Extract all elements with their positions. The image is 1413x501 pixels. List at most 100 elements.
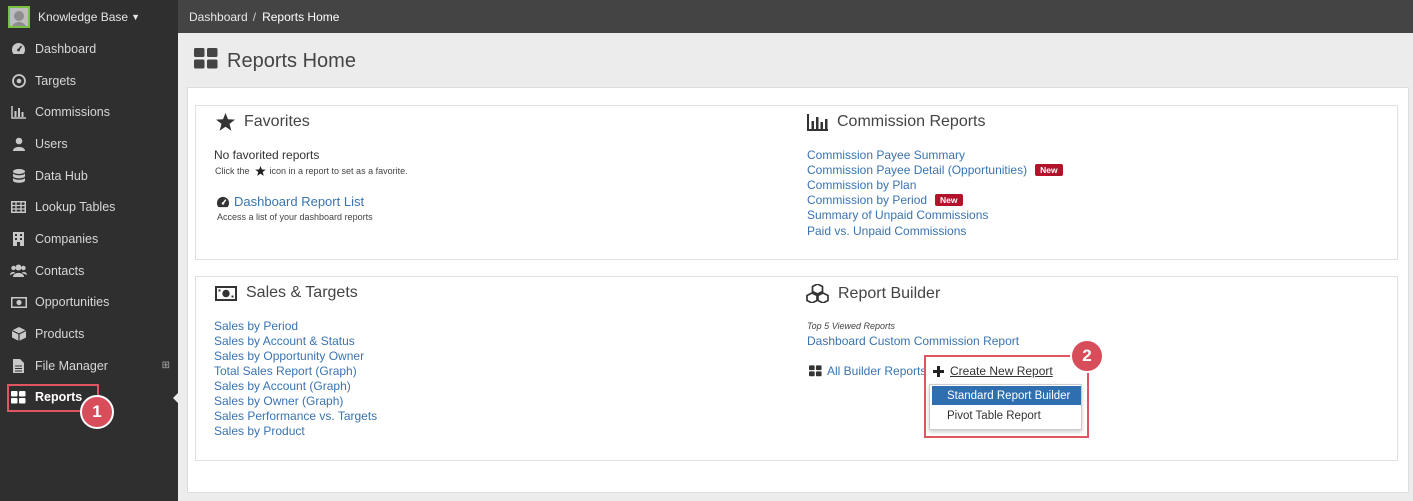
sales-report-link[interactable]: Sales by Period (214, 319, 298, 333)
report-builder-heading: Report Builder (806, 284, 940, 303)
create-report-menu: Standard Report Builder Pivot Table Repo… (929, 384, 1082, 430)
file-icon (10, 358, 27, 373)
active-indicator-arrow (173, 392, 179, 404)
chevron-down-icon: ▼ (131, 11, 140, 22)
commission-report-link[interactable]: Commission Payee Summary (807, 148, 965, 162)
sales-report-link[interactable]: Sales by Account (Graph) (214, 379, 351, 393)
user-icon (10, 136, 27, 151)
sales-report-link[interactable]: Sales by Account & Status (214, 334, 355, 348)
commission-report-label: Commission Payee Summary (807, 148, 966, 162)
all-builder-reports-label: All Builder Reports (827, 364, 927, 378)
new-badge: New (935, 194, 963, 206)
bar-chart-icon (10, 105, 27, 120)
dashboard-gauge-icon (216, 196, 230, 208)
sidebar-item-products[interactable]: Products (0, 318, 178, 350)
org-switcher[interactable]: Knowledge Base ▼ (0, 0, 178, 33)
report-builder-title: Report Builder (838, 284, 941, 302)
commission-report-link[interactable]: Summary of Unpaid Commissions (807, 208, 988, 222)
star-icon (216, 113, 235, 131)
commission-report-link[interactable]: Commission by Plan (807, 178, 916, 192)
panel-favorites-commissions (195, 105, 1398, 260)
sidebar-item-label: File Manager (35, 358, 108, 373)
favorites-empty-text: No favorited reports (214, 148, 320, 162)
target-icon (10, 73, 27, 88)
commission-report-label: Summary of Unpaid Commissions (807, 208, 989, 222)
breadcrumb-current: Reports Home (262, 9, 340, 24)
dashboard-gauge-icon (10, 41, 27, 56)
sidebar-item-label: Products (35, 327, 85, 342)
top-viewed-report-link[interactable]: Dashboard Custom Commission Report (807, 334, 1019, 348)
sidebar-item-lookup-tables[interactable]: Lookup Tables (0, 191, 178, 223)
grid-icon (194, 48, 218, 75)
expand-plus-icon[interactable]: ⊞ (162, 360, 170, 371)
sidebar-item-label: Dashboard (35, 41, 97, 56)
grid-icon (809, 365, 822, 377)
building-icon (10, 231, 27, 246)
sales-report-link[interactable]: Sales by Opportunity Owner (214, 349, 364, 363)
avatar (8, 5, 30, 28)
users-icon (10, 263, 27, 278)
sidebar-item-label: Users (35, 136, 68, 151)
sidebar-item-label: Data Hub (35, 168, 88, 183)
breadcrumb-dashboard[interactable]: Dashboard (189, 10, 248, 24)
callout-badge-2: 2 (1070, 339, 1104, 373)
page-title-text: Reports Home (227, 50, 356, 72)
sidebar-item-opportunities[interactable]: Opportunities (0, 287, 178, 319)
star-icon (254, 166, 266, 176)
sales-report-link[interactable]: Sales by Product (214, 424, 305, 438)
new-badge: New (1035, 164, 1063, 176)
sidebar-item-targets[interactable]: Targets (0, 65, 178, 97)
dashboard-report-list-label: Dashboard Report List (234, 194, 365, 209)
sales-report-link[interactable]: Sales Performance vs. Targets (214, 409, 377, 423)
page-title: Reports Home (194, 48, 356, 75)
favorites-title: Favorites (244, 113, 310, 130)
sidebar-item-label: Contacts (35, 263, 85, 278)
breadcrumb: Dashboard / Reports Home (178, 0, 1413, 33)
menu-item-pivot-table-report[interactable]: Pivot Table Report (932, 406, 1081, 425)
sidebar-item-file-manager[interactable]: File Manager ⊞ (0, 350, 178, 382)
commission-report-label: Commission by Period (807, 193, 928, 207)
breadcrumb-separator: / (252, 9, 257, 24)
sidebar-item-label: Lookup Tables (35, 200, 116, 215)
sidebar-item-data-hub[interactable]: Data Hub (0, 160, 178, 192)
sidebar-item-dashboard[interactable]: Dashboard (0, 33, 178, 65)
favorites-hint-before: Click the (215, 166, 250, 176)
sidebar-item-contacts[interactable]: Contacts (0, 255, 178, 287)
commission-report-label: Paid vs. Unpaid Commissions (807, 224, 967, 238)
sidebar-item-users[interactable]: Users (0, 128, 178, 160)
favorites-heading: Favorites (216, 113, 310, 131)
money-icon (215, 285, 237, 301)
money-icon (10, 295, 27, 310)
commission-reports-title: Commission Reports (837, 113, 986, 130)
sales-report-link[interactable]: Sales by Owner (Graph) (214, 394, 343, 408)
cube-icon (10, 327, 27, 342)
bar-chart-icon (807, 113, 828, 131)
favorites-hint-after: icon in a report to set as a favorite. (269, 166, 408, 176)
org-name: Knowledge Base (38, 9, 129, 24)
sales-targets-title: Sales & Targets (246, 284, 358, 301)
commission-report-link[interactable]: Paid vs. Unpaid Commissions (807, 224, 966, 238)
panel-sales-builder (195, 276, 1398, 461)
dashboard-report-list-desc: Access a list of your dashboard reports (217, 212, 373, 222)
commission-report-label: Commission Payee Detail (Opportunities) (807, 163, 1028, 177)
commission-report-label: Commission by Plan (807, 178, 917, 192)
sidebar-item-label: Targets (35, 73, 76, 88)
sidebar-item-commissions[interactable]: Commissions (0, 96, 178, 128)
sales-report-link[interactable]: Total Sales Report (Graph) (214, 364, 357, 378)
callout-badge-1: 1 (80, 395, 114, 429)
sidebar-item-label: Opportunities (35, 295, 110, 310)
table-icon (10, 200, 27, 215)
commission-report-link[interactable]: Commission Payee Detail (Opportunities) N… (807, 163, 1063, 177)
sidebar-item-label: Companies (35, 231, 99, 246)
sales-targets-heading: Sales & Targets (215, 284, 358, 302)
dashboard-report-list-link[interactable]: Dashboard Report List (216, 194, 364, 209)
all-builder-reports-link[interactable]: All Builder Reports (809, 364, 926, 378)
cubes-icon (806, 284, 829, 303)
database-icon (10, 168, 27, 183)
commission-reports-heading: Commission Reports (807, 113, 985, 131)
favorites-hint: Click the icon in a report to set as a f… (215, 166, 408, 176)
menu-item-standard-report-builder[interactable]: Standard Report Builder (932, 386, 1081, 405)
sidebar-item-companies[interactable]: Companies (0, 223, 178, 255)
top-viewed-label: Top 5 Viewed Reports (807, 321, 896, 331)
commission-report-link[interactable]: Commission by Period New (807, 193, 963, 207)
